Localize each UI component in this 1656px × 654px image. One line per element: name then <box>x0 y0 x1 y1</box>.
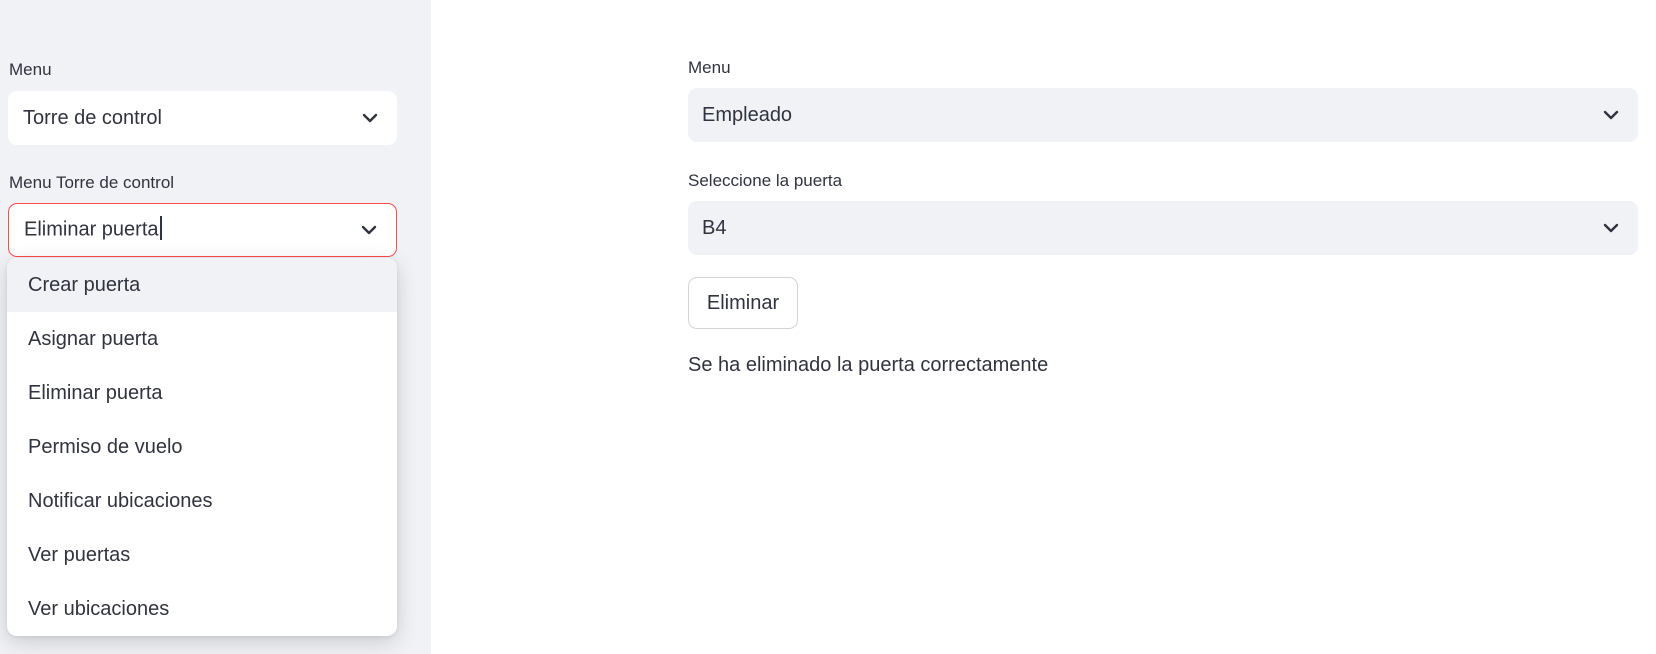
dropdown-option-crear-puerta[interactable]: Crear puerta <box>7 258 397 312</box>
dropdown-option-permiso-de-vuelo[interactable]: Permiso de vuelo <box>7 420 397 474</box>
dropdown-option-ver-ubicaciones[interactable]: Ver ubicaciones <box>7 582 397 636</box>
sidebar: Menu Torre de control Menu Torre de cont… <box>0 0 431 654</box>
gate-select-value: B4 <box>702 216 727 239</box>
chevron-down-icon <box>1600 217 1622 239</box>
submenu-dropdown-list: Crear puerta Asignar puerta Eliminar pue… <box>7 258 397 636</box>
dropdown-option-notificar-ubicaciones[interactable]: Notificar ubicaciones <box>7 474 397 528</box>
sidebar-menu-select[interactable]: Torre de control <box>8 91 397 145</box>
sidebar-submenu-input[interactable]: Eliminar puerta <box>24 216 358 242</box>
sidebar-submenu-value: Eliminar puerta <box>24 218 159 241</box>
sidebar-menu-label: Menu <box>9 60 52 79</box>
sidebar-menu-value: Torre de control <box>23 106 162 129</box>
success-message: Se ha eliminado la puerta correctamente <box>688 354 1049 376</box>
dropdown-option-eliminar-puerta[interactable]: Eliminar puerta <box>7 366 397 420</box>
chevron-down-icon <box>1600 104 1622 126</box>
main-menu-label: Menu <box>688 58 731 77</box>
sidebar-submenu-select[interactable]: Eliminar puerta <box>8 203 397 257</box>
chevron-down-icon <box>359 107 381 129</box>
main-menu-select[interactable]: Empleado <box>688 88 1638 142</box>
text-cursor <box>159 216 162 240</box>
gate-select[interactable]: B4 <box>688 201 1638 255</box>
sidebar-submenu-label: Menu Torre de control <box>9 173 175 192</box>
dropdown-option-ver-puertas[interactable]: Ver puertas <box>7 528 397 582</box>
main-menu-value: Empleado <box>702 103 793 126</box>
chevron-down-icon <box>358 219 380 241</box>
gate-select-label: Seleccione la puerta <box>688 171 843 190</box>
dropdown-option-asignar-puerta[interactable]: Asignar puerta <box>7 312 397 366</box>
delete-button[interactable]: Eliminar <box>688 277 798 329</box>
